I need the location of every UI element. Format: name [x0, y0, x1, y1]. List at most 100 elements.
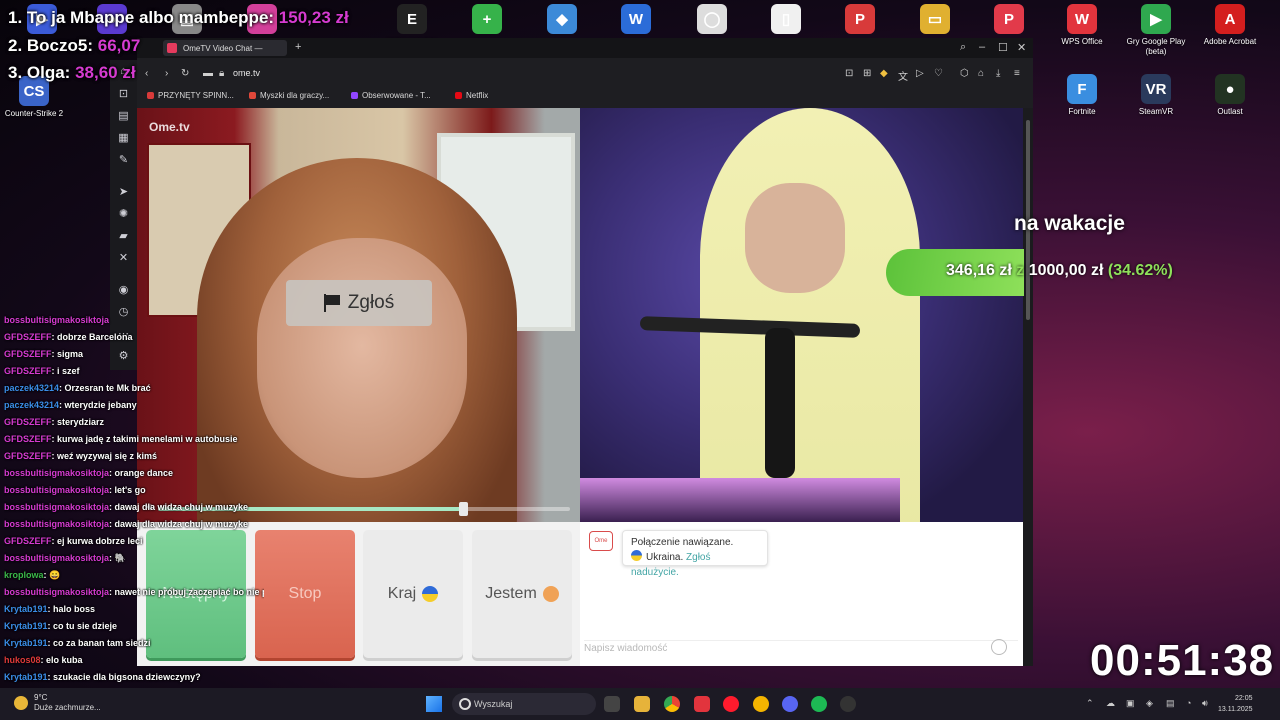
volume-tray-icon[interactable]: 🔊︎ — [1202, 698, 1208, 709]
report-button[interactable]: Zgłoś — [286, 280, 432, 326]
close-button[interactable]: ✕ — [1017, 41, 1026, 54]
download-icon[interactable]: ⤓ — [996, 68, 1000, 79]
leaderboard-entry: 3. Olga: 38,60 zł — [8, 63, 136, 83]
adblock-icon[interactable]: ◆ — [880, 68, 888, 79]
microphone — [765, 328, 795, 478]
stop-label: Stop — [288, 585, 322, 602]
url-input[interactable]: ome.tv — [233, 68, 260, 78]
banana-costume — [700, 108, 920, 522]
new-tab-button[interactable]: + — [295, 41, 301, 53]
extensions-icon[interactable]: ⬡ — [960, 68, 969, 79]
system-message-country: Ukraina. — [646, 552, 684, 563]
desktop-icon[interactable]: ▶ Gry Google Play (beta) — [1124, 4, 1188, 57]
maximize-button[interactable]: ☐ — [998, 41, 1008, 54]
opera-icon[interactable] — [723, 696, 739, 712]
start-button[interactable] — [426, 696, 442, 712]
country-button[interactable]: Kraj — [363, 530, 463, 658]
taskbar-clock[interactable]: 22:05 13.11.2025 — [1218, 693, 1253, 715]
bookmark-icon[interactable]: ⊡ — [845, 68, 853, 79]
goal-progress-text: 346,16 zł z 1000,00 zł (34.62%) — [946, 262, 1173, 280]
arrow-icon[interactable]: ➤ — [110, 180, 137, 202]
flag-icon — [323, 294, 340, 312]
bookmark-favicon-icon — [249, 92, 256, 99]
chat-username: Krytab191 — [4, 672, 48, 682]
translate-icon[interactable]: 文 — [898, 68, 908, 83]
x-icon[interactable]: ✕ — [110, 246, 137, 268]
wifi-icon[interactable]: ◔ — [1186, 698, 1191, 708]
history-icon[interactable]: ⊡ — [110, 82, 137, 104]
reload-icon[interactable]: ↻ — [181, 68, 189, 79]
app-icon: + — [472, 4, 502, 34]
twitch-icon[interactable]: ▰ — [110, 224, 137, 246]
goal-current: 346,16 zł — [946, 262, 1012, 279]
chat-text: : dawaj dla widza chuj w muzyke — [109, 519, 249, 529]
discord-icon[interactable] — [782, 696, 798, 712]
heart-icon[interactable]: ♡ — [934, 68, 943, 79]
chat-message: Krytab191: co tu sie dzieje — [4, 618, 264, 635]
camera-icon[interactable]: ▬ — [203, 68, 213, 79]
desktop-icon[interactable]: VR SteamVR — [1124, 74, 1188, 117]
volume-knob[interactable] — [458, 502, 468, 516]
bookmark-label: Obserwowane - T... — [362, 91, 431, 100]
gender-button[interactable]: Jestem — [472, 530, 572, 658]
tray-app-icon[interactable]: ▣ — [1126, 698, 1135, 709]
circle-icon[interactable]: ◉ — [110, 278, 137, 300]
bookmark-favicon-icon — [351, 92, 358, 99]
wps-icon[interactable] — [694, 696, 710, 712]
wallet-icon[interactable]: ▤ — [110, 104, 137, 126]
taskbar-search[interactable]: Wyszukaj — [452, 693, 596, 715]
search-tabs-icon[interactable]: ⌕ — [960, 41, 966, 54]
message-input[interactable]: Napisz wiadomość — [584, 640, 1018, 661]
desktop-icon[interactable]: W — [604, 4, 668, 37]
spotify-icon[interactable] — [811, 696, 827, 712]
obs-icon[interactable] — [840, 696, 856, 712]
desktop-icon[interactable]: + — [455, 4, 519, 37]
task-view-icon[interactable] — [604, 696, 620, 712]
norton-icon[interactable] — [753, 696, 769, 712]
desktop-icon[interactable]: P — [977, 4, 1041, 37]
emoji-icon[interactable] — [991, 639, 1007, 655]
back-icon[interactable]: ‹ — [145, 68, 148, 79]
desktop-icon[interactable]: ▭ — [903, 4, 967, 37]
snapshot-icon[interactable]: ⊞ — [863, 68, 871, 79]
desktop-icon[interactable]: ▯ — [754, 4, 818, 37]
bookmark-item[interactable]: PRZYNĘTY SPINN... — [147, 91, 234, 100]
system-message: Połączenie nawiązane. Ukraina. Zgłoś nad… — [622, 530, 768, 578]
bookmark-label: Netflix — [466, 91, 489, 100]
minimize-button[interactable]: – — [979, 41, 985, 53]
tray-chevron-icon[interactable]: ⌃ — [1086, 698, 1094, 709]
desktop-icon[interactable]: ◯ — [680, 4, 744, 37]
gender-label: Jestem — [485, 585, 537, 602]
desktop-icon[interactable]: ● Outlast — [1198, 74, 1262, 117]
bookmark-item[interactable]: Netflix — [455, 91, 488, 100]
chatgpt-icon[interactable]: ✺ — [110, 202, 137, 224]
tray-app3-icon[interactable]: ▤ — [1166, 698, 1175, 709]
desktop-icon[interactable]: F Fortnite — [1050, 74, 1114, 117]
forward-icon[interactable]: › — [165, 68, 168, 79]
chrome-icon[interactable] — [664, 696, 680, 712]
chat-message: bossbultisigmakosiktoja: nawet nie próbu… — [4, 584, 264, 601]
desktop-icon[interactable]: ◆ — [530, 4, 594, 37]
stop-button[interactable]: Stop — [255, 530, 355, 658]
desktop-icon[interactable]: W WPS Office — [1050, 4, 1114, 47]
chat-message: GFDSZEFF: kurwa jadę z takimi menelami w… — [4, 431, 264, 448]
profile-icon[interactable]: ⌂ — [978, 68, 984, 79]
desktop-icon[interactable]: P — [828, 4, 892, 37]
play-icon[interactable]: ▷ — [916, 68, 924, 79]
bookmark-item[interactable]: Myszki dla graczy... — [249, 91, 329, 100]
tray-app2-icon[interactable]: ◈ — [1146, 698, 1153, 709]
onedrive-icon[interactable]: ☁ — [1106, 698, 1115, 709]
desktop-icon[interactable]: A Adobe Acrobat — [1198, 4, 1262, 47]
menu-icon[interactable]: ≡ — [1014, 68, 1020, 79]
notes-icon[interactable]: ✎ — [110, 148, 137, 170]
news-icon[interactable]: ▦ — [110, 126, 137, 148]
tab-ometv[interactable]: OmeTV Video Chat — — [163, 40, 287, 56]
bookmark-label: PRZYNĘTY SPINN... — [158, 91, 234, 100]
page-scrollbar[interactable] — [1023, 108, 1033, 666]
bookmark-item[interactable]: Obserwowane - T... — [351, 91, 431, 100]
file-explorer-icon[interactable] — [634, 696, 650, 712]
chat-username: GFDSZEFF — [4, 451, 52, 461]
tab-bar: OmeTV Video Chat — + ⌕ – ☐ ✕ — [137, 38, 1033, 58]
chat-text: : orange dance — [109, 468, 174, 478]
